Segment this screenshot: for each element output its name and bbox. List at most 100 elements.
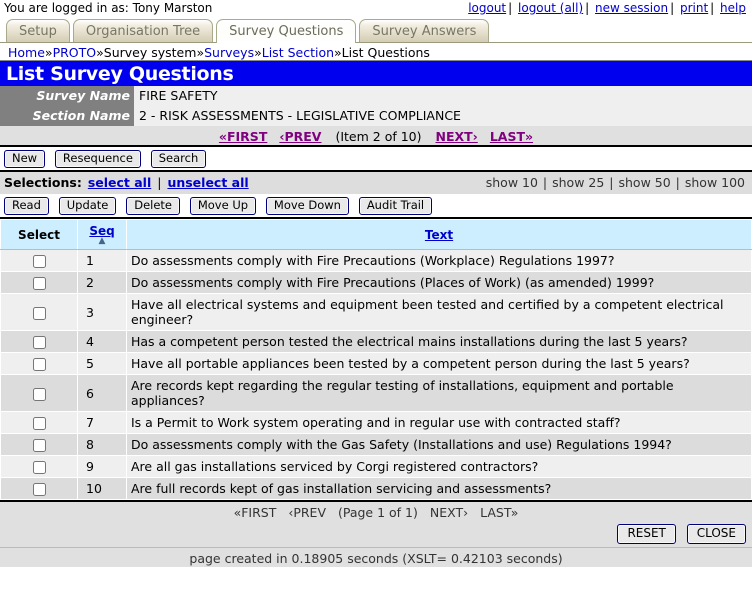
move-up-button[interactable]: Move Up — [190, 197, 256, 215]
page-title: List Survey Questions — [0, 61, 752, 86]
logout-all-link[interactable]: logout (all) — [518, 1, 583, 15]
row-text-cell: Have all electrical systems and equipmen… — [127, 294, 752, 331]
breadcrumb-separator: » — [196, 45, 204, 60]
item-prev-link[interactable]: ‹PREV — [279, 129, 321, 144]
selections-label: Selections: — [4, 175, 82, 190]
page-prev-label: ‹PREV — [288, 505, 326, 520]
help-link[interactable]: help — [720, 1, 746, 15]
breadcrumb-list-section[interactable]: List Section — [262, 45, 334, 60]
row-checkbox[interactable] — [33, 461, 46, 474]
select-all-link[interactable]: select all — [88, 175, 151, 190]
sort-text-link[interactable]: Text — [425, 228, 453, 242]
close-button[interactable]: CLOSE — [687, 524, 746, 544]
reset-button[interactable]: RESET — [617, 524, 675, 544]
logged-in-label: You are logged in as: Tony Marston — [4, 1, 212, 15]
table-row[interactable]: 1 Do assessments comply with Fire Precau… — [1, 250, 752, 272]
row-select-cell[interactable] — [1, 331, 78, 353]
row-checkbox[interactable] — [33, 336, 46, 349]
row-text-cell: Do assessments comply with Fire Precauti… — [127, 272, 752, 294]
move-down-button[interactable]: Move Down — [266, 197, 349, 215]
selections-divider: | — [157, 175, 161, 190]
row-checkbox[interactable] — [33, 358, 46, 371]
update-button[interactable]: Update — [59, 197, 117, 215]
show-25-option[interactable]: show 25 — [552, 175, 604, 190]
audit-trail-button[interactable]: Audit Trail — [359, 197, 432, 215]
read-button[interactable]: Read — [4, 197, 49, 215]
table-row[interactable]: 9 Are all gas installations serviced by … — [1, 456, 752, 478]
row-checkbox[interactable] — [33, 483, 46, 496]
show-100-option[interactable]: show 100 — [685, 175, 745, 190]
survey-name-value: FIRE SAFETY — [134, 86, 752, 106]
column-header-seq[interactable]: Seq ▲ — [78, 220, 127, 250]
row-select-cell[interactable] — [1, 294, 78, 331]
breadcrumb-home[interactable]: Home — [8, 45, 45, 60]
item-last-link[interactable]: LAST» — [490, 129, 533, 144]
breadcrumb: Home»PROTO»Survey system»Surveys»List Se… — [0, 43, 752, 61]
row-seq-cell: 1 — [78, 250, 127, 272]
breadcrumb-proto[interactable]: PROTO — [53, 45, 97, 60]
breadcrumb-separator: » — [254, 45, 262, 60]
row-checkbox[interactable] — [33, 255, 46, 268]
link-separator: | — [585, 1, 589, 15]
tab-setup[interactable]: Setup — [6, 19, 70, 42]
delete-button[interactable]: Delete — [126, 197, 180, 215]
row-checkbox[interactable] — [33, 439, 46, 452]
row-select-cell[interactable] — [1, 250, 78, 272]
row-select-cell[interactable] — [1, 353, 78, 375]
page-last-label: LAST» — [480, 505, 518, 520]
row-seq-cell: 6 — [78, 375, 127, 412]
item-first-link[interactable]: «FIRST — [219, 129, 267, 144]
row-seq-cell: 5 — [78, 353, 127, 375]
show-10-option[interactable]: show 10 — [486, 175, 538, 190]
table-row[interactable]: 5 Have all portable appliances been test… — [1, 353, 752, 375]
row-text-cell: Is a Permit to Work system operating and… — [127, 412, 752, 434]
table-row[interactable]: 6 Are records kept regarding the regular… — [1, 375, 752, 412]
logout-link[interactable]: logout — [468, 1, 506, 15]
show-separator: | — [609, 175, 613, 190]
tab-survey-questions[interactable]: Survey Questions — [216, 19, 356, 43]
table-row[interactable]: 4 Has a competent person tested the elec… — [1, 331, 752, 353]
item-next-link[interactable]: NEXT› — [436, 129, 478, 144]
item-pager: «FIRST ‹PREV (Item 2 of 10) NEXT› LAST» — [0, 126, 752, 147]
new-session-link[interactable]: new session — [595, 1, 668, 15]
resequence-button[interactable]: Resequence — [55, 150, 141, 168]
row-checkbox[interactable] — [33, 388, 46, 401]
search-button[interactable]: Search — [151, 150, 207, 168]
new-button[interactable]: New — [4, 150, 45, 168]
breadcrumb-surveys[interactable]: Surveys — [204, 45, 254, 60]
row-select-cell[interactable] — [1, 478, 78, 500]
section-name-value: 2 - RISK ASSESSMENTS - LEGISLATIVE COMPL… — [134, 106, 752, 126]
table-row[interactable]: 8 Do assessments comply with the Gas Saf… — [1, 434, 752, 456]
show-50-option[interactable]: show 50 — [618, 175, 670, 190]
column-header-text[interactable]: Text — [127, 220, 752, 250]
link-separator: | — [670, 1, 674, 15]
breadcrumb-separator: » — [45, 45, 53, 60]
row-checkbox[interactable] — [33, 307, 46, 320]
table-row[interactable]: 10 Are full records kept of gas installa… — [1, 478, 752, 500]
row-select-cell[interactable] — [1, 456, 78, 478]
table-row[interactable]: 7 Is a Permit to Work system operating a… — [1, 412, 752, 434]
table-row[interactable]: 3 Have all electrical systems and equipm… — [1, 294, 752, 331]
questions-table: Select Seq ▲ Text 1 Do assessments compl… — [0, 219, 752, 500]
breadcrumb-separator: » — [96, 45, 104, 60]
tab-organisation-tree[interactable]: Organisation Tree — [73, 19, 213, 42]
print-link[interactable]: print — [680, 1, 708, 15]
row-select-cell[interactable] — [1, 412, 78, 434]
tab-survey-answers[interactable]: Survey Answers — [359, 19, 489, 42]
show-count-options: show 10 | show 25 | show 50 | show 100 — [485, 175, 746, 190]
row-checkbox[interactable] — [33, 277, 46, 290]
row-text-cell: Do assessments comply with Fire Precauti… — [127, 250, 752, 272]
table-row[interactable]: 2 Do assessments comply with Fire Precau… — [1, 272, 752, 294]
action-toolbar: Read Update Delete Move Up Move Down Aud… — [0, 194, 752, 219]
row-select-cell[interactable] — [1, 375, 78, 412]
row-text-cell: Are records kept regarding the regular t… — [127, 375, 752, 412]
row-select-cell[interactable] — [1, 272, 78, 294]
show-separator: | — [676, 175, 680, 190]
row-text-cell: Has a competent person tested the electr… — [127, 331, 752, 353]
top-toolbar: New Resequence Search — [0, 147, 752, 172]
row-checkbox[interactable] — [33, 417, 46, 430]
column-header-select: Select — [1, 220, 78, 250]
unselect-all-link[interactable]: unselect all — [167, 175, 248, 190]
row-select-cell[interactable] — [1, 434, 78, 456]
row-text-cell: Are full records kept of gas installatio… — [127, 478, 752, 500]
